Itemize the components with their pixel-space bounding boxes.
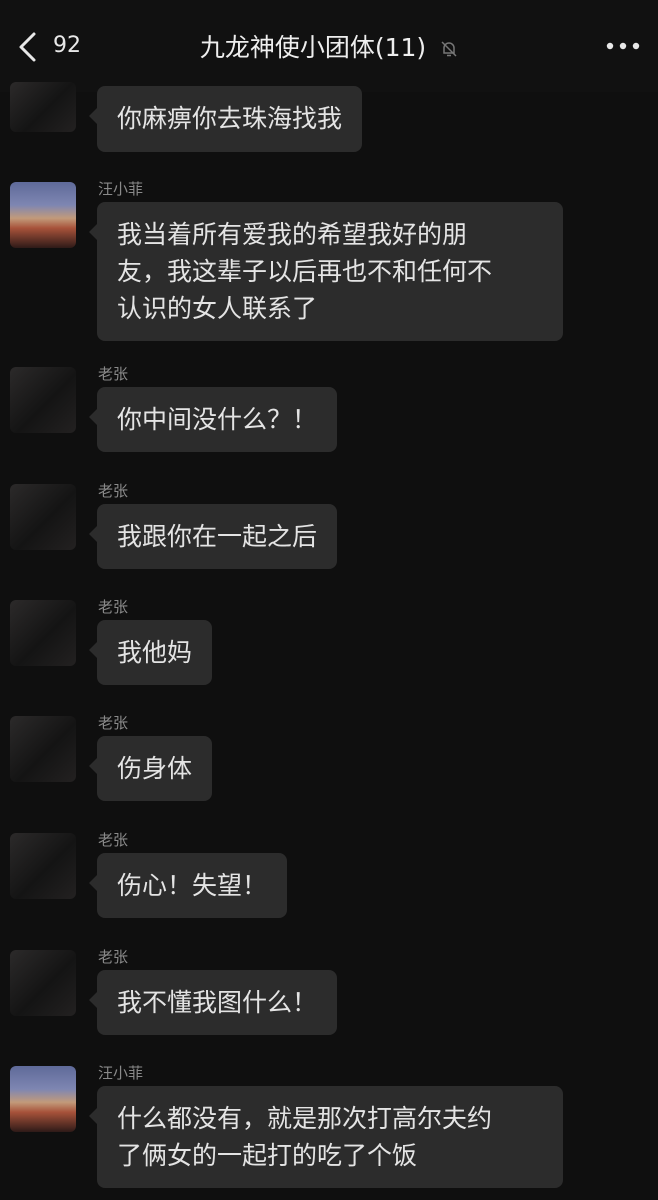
message-row: 老张 我跟你在一起之后 [0, 480, 658, 575]
message-bubble[interactable]: 你中间没什么？！ [88, 387, 338, 452]
sender-name: 汪小菲 [98, 1064, 144, 1082]
sender-name: 老张 [98, 831, 129, 849]
message-bubble[interactable]: 什么都没有，就是那次打高尔夫约 了俩女的一起打的吃了个饭 [89, 1086, 563, 1188]
bell-off-icon [441, 41, 457, 57]
message-bubble[interactable]: 我他妈 [88, 620, 213, 685]
message-row: 老张 伤心！失望！ [0, 829, 658, 924]
chat-title: 九龙神使小团体(11) [199, 33, 427, 62]
avatar[interactable] [10, 600, 76, 666]
message-row: 你麻痹你去珠海找我 [0, 82, 658, 162]
sender-name: 老张 [98, 598, 129, 616]
message-row: 老张 我不懂我图什么！ [0, 946, 658, 1041]
avatar[interactable] [10, 833, 76, 899]
avatar[interactable] [10, 1066, 76, 1132]
message-row: 老张 伤身体 [0, 712, 658, 807]
sender-name: 老张 [98, 482, 129, 500]
avatar[interactable] [10, 367, 76, 433]
avatar[interactable] [10, 82, 76, 132]
sender-name: 老张 [98, 714, 129, 732]
message-bubble[interactable]: 伤心！失望！ [88, 853, 288, 918]
avatar[interactable] [10, 484, 76, 550]
avatar[interactable] [10, 950, 76, 1016]
message-bubble[interactable]: 我当着所有爱我的希望我好的朋 友，我这辈子以后再也不和任何不 认识的女人联系了 [89, 202, 563, 341]
message-bubble[interactable]: 你麻痹你去珠海找我 [88, 86, 363, 152]
more-horizontal-icon[interactable] [604, 36, 642, 56]
message-bubble[interactable]: 我跟你在一起之后 [88, 504, 338, 569]
message-row: 老张 我他妈 [0, 596, 658, 691]
avatar[interactable] [10, 182, 76, 248]
chat-title-bar: 九龙神使小团体(11) [0, 28, 658, 64]
chat-header: 92 九龙神使小团体(11) [0, 0, 658, 92]
sender-name: 老张 [98, 948, 129, 966]
sender-name: 老张 [98, 365, 129, 383]
sender-name: 汪小菲 [98, 180, 144, 198]
avatar[interactable] [10, 716, 76, 782]
message-row: 汪小菲 什么都没有，就是那次打高尔夫约 了俩女的一起打的吃了个饭 [0, 1062, 658, 1197]
message-bubble[interactable]: 我不懂我图什么！ [88, 970, 338, 1035]
message-row: 汪小菲 我当着所有爱我的希望我好的朋 友，我这辈子以后再也不和任何不 认识的女人… [0, 178, 658, 343]
message-row: 老张 你中间没什么？！ [0, 363, 658, 458]
message-bubble[interactable]: 伤身体 [88, 736, 213, 801]
